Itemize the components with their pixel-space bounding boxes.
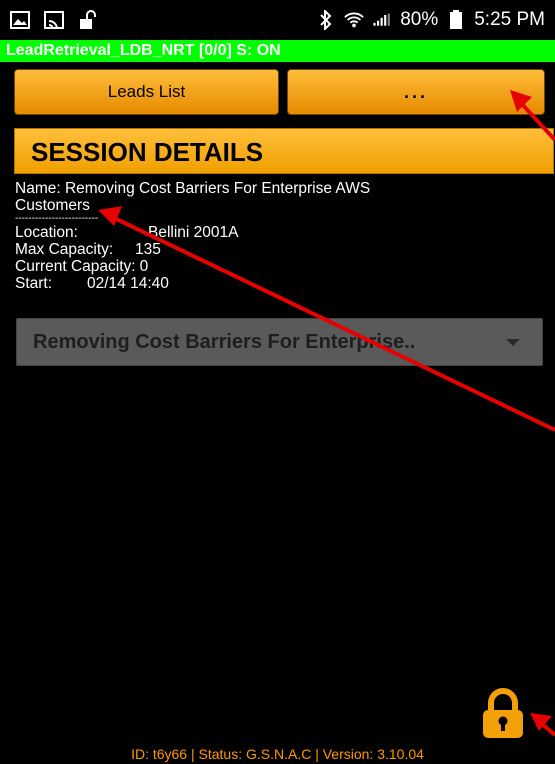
- annotation-arrow-name: [98, 206, 555, 432]
- lock-icon[interactable]: [480, 688, 526, 740]
- footer-status: ID: t6y66 | Status: G.S.N.A.C | Version:…: [131, 746, 424, 762]
- annotation-arrow-lock: [530, 713, 555, 737]
- annotation-arrows: [98, 90, 555, 737]
- annotation-arrow-more: [510, 90, 555, 142]
